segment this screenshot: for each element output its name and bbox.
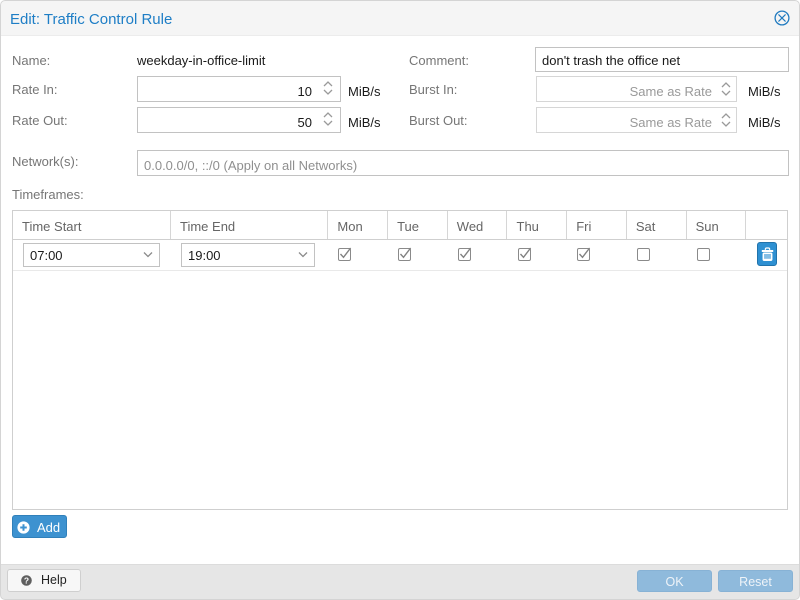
svg-text:?: ? bbox=[23, 575, 28, 585]
